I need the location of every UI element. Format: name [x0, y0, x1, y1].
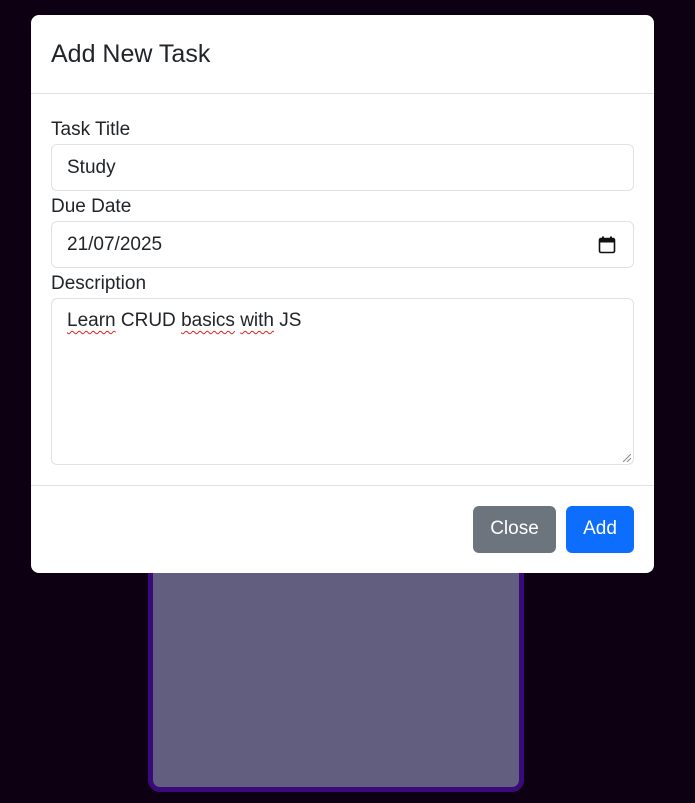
description-word: CRUD	[120, 310, 176, 331]
task-title-input[interactable]: Study	[51, 144, 634, 191]
add-button[interactable]: Add	[566, 505, 634, 553]
close-button[interactable]: Close	[473, 505, 556, 553]
description-word: with	[240, 310, 274, 331]
task-title-label: Task Title	[51, 119, 131, 140]
background-card	[148, 540, 524, 792]
description-word: basics	[181, 310, 235, 331]
modal-body: Task Title Study Due Date 21/07/2025 Des…	[31, 94, 654, 486]
due-date-label: Due Date	[51, 196, 132, 217]
add-task-modal: Add New Task Task Title Study Due Date 2…	[31, 15, 654, 573]
modal-footer: Close Add	[31, 486, 654, 572]
due-date-input[interactable]: 21/07/2025	[51, 221, 634, 268]
modal-header: Add New Task	[31, 15, 654, 94]
description-word: JS	[279, 310, 302, 331]
due-date-value: 21/07/2025	[67, 233, 163, 255]
calendar-icon[interactable]	[598, 236, 616, 254]
task-title-value: Study	[67, 156, 116, 178]
description-label: Description	[51, 273, 147, 294]
resize-grip-icon[interactable]	[623, 454, 631, 462]
description-word: Learn	[67, 310, 116, 331]
description-textarea[interactable]: Learn CRUD basics with JS	[51, 298, 634, 465]
modal-title: Add New Task	[51, 39, 211, 68]
